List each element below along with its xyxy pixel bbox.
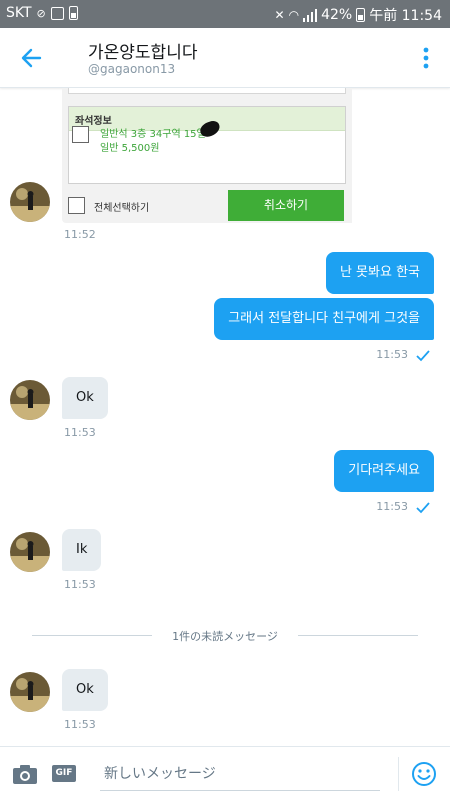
gallery-icon xyxy=(50,6,64,20)
battery-icon xyxy=(356,8,366,22)
outgoing-message[interactable]: 그래서 전달합니다 친구에게 그것을 xyxy=(214,298,434,340)
select-all-checkbox xyxy=(68,197,85,214)
message-input[interactable] xyxy=(100,757,380,791)
more-options-icon[interactable] xyxy=(416,44,436,72)
message-timestamp: 11:53 xyxy=(64,578,96,591)
phone-icon xyxy=(68,6,78,20)
avatar[interactable] xyxy=(10,532,50,572)
composer-divider xyxy=(398,757,399,791)
seat-detail: 일반석 3층 34구역 15열 xyxy=(100,129,206,140)
emoji-icon[interactable] xyxy=(411,761,437,787)
signal-icon xyxy=(303,8,318,22)
incoming-message[interactable]: Ik xyxy=(62,529,102,571)
back-arrow-icon[interactable] xyxy=(18,44,46,72)
camera-icon[interactable] xyxy=(12,763,38,785)
message-composer: GIF xyxy=(0,746,450,800)
wifi-icon: ◠ xyxy=(288,8,300,22)
battery-percent: 42% xyxy=(321,7,353,23)
image-top-border xyxy=(68,88,346,94)
avatar[interactable] xyxy=(10,672,50,712)
outgoing-message[interactable]: 기다려주세요 xyxy=(334,450,434,492)
message-timestamp: 11:53 xyxy=(64,718,96,731)
shared-image[interactable]: 좌석정보 일반석 3층 34구역 15열 일반 5,500원 전체선택하기 취소… xyxy=(62,88,352,223)
carrier-label: SKT xyxy=(6,5,32,21)
unread-divider: 1件の未読メッセージ xyxy=(32,626,418,646)
message-timestamp: 11:52 xyxy=(64,228,96,241)
mute-icon: ✕ xyxy=(274,8,285,22)
message-timestamp: 11:53 xyxy=(376,348,408,361)
unread-label: 1件の未読メッセージ xyxy=(164,630,286,643)
notification-icon: ⊘ xyxy=(36,6,46,20)
clock: 午前 11:54 xyxy=(369,8,442,24)
gif-button[interactable]: GIF xyxy=(52,765,76,782)
conversation-header: 가온양도합니다 @gagaonon13 xyxy=(0,28,450,88)
seat-checkbox xyxy=(72,126,89,143)
sent-check-icon xyxy=(416,350,430,362)
status-bar: SKT ⊘ ✕ ◠ 42% 午前 11:54 xyxy=(0,0,450,28)
cancel-ticket-button: 취소하기 xyxy=(228,190,344,221)
sent-check-icon xyxy=(416,502,430,514)
seat-price: 일반 5,500원 xyxy=(100,143,160,154)
message-timestamp: 11:53 xyxy=(376,500,408,513)
message-timestamp: 11:53 xyxy=(64,426,96,439)
incoming-message[interactable]: Ok xyxy=(62,669,108,711)
avatar[interactable] xyxy=(10,182,50,222)
avatar[interactable] xyxy=(10,380,50,420)
conversation-title[interactable]: 가온양도합니다 xyxy=(88,38,197,63)
select-all-label: 전체선택하기 xyxy=(94,203,150,214)
incoming-message[interactable]: Ok xyxy=(62,377,108,419)
message-list[interactable]: 좌석정보 일반석 3층 34구역 15열 일반 5,500원 전체선택하기 취소… xyxy=(0,88,450,746)
conversation-handle: @gagaonon13 xyxy=(88,62,176,76)
outgoing-message[interactable]: 난 못봐요 한국 xyxy=(325,252,434,294)
